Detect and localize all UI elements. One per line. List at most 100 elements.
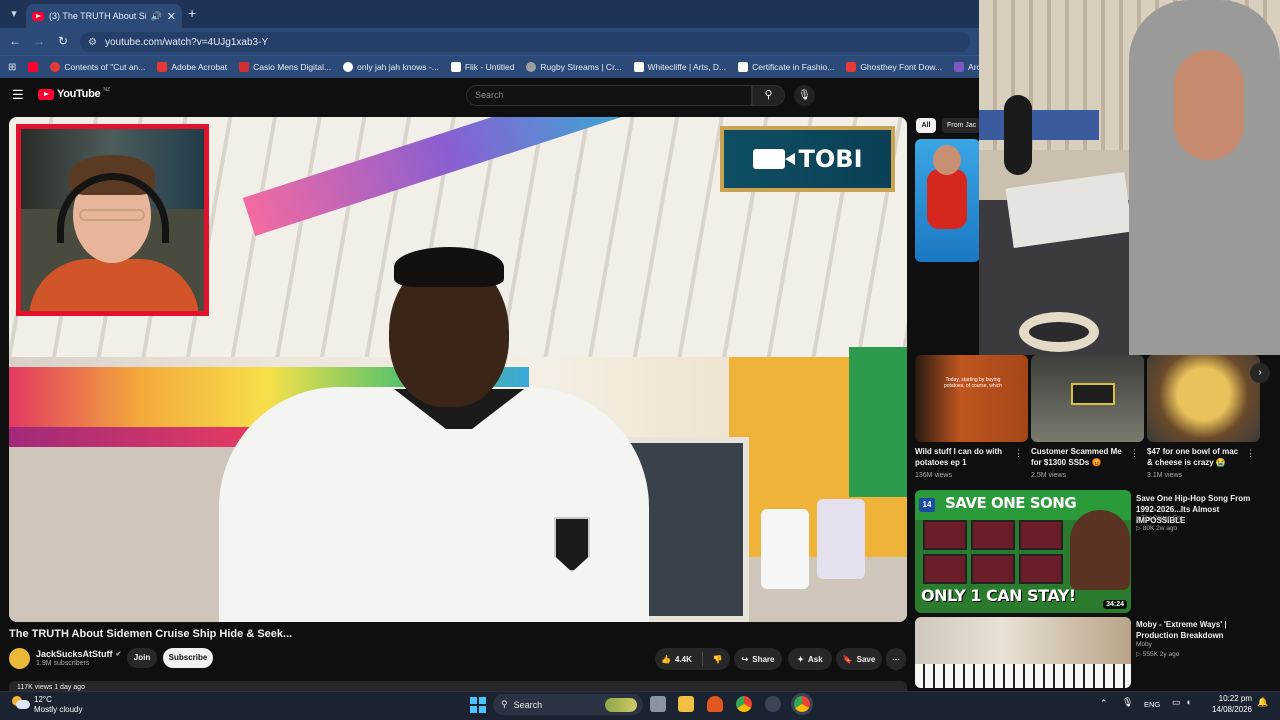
youtube-favicon-icon bbox=[32, 11, 44, 21]
video-scene-wall bbox=[849, 347, 907, 497]
webcam-clothing bbox=[979, 110, 1099, 140]
search-icon[interactable]: ⚲ bbox=[752, 85, 785, 106]
short-thumbnail[interactable]: Today, starting by buying potatoes, of c… bbox=[915, 355, 1028, 442]
kebab-menu-icon[interactable]: ⋮ bbox=[1130, 448, 1139, 459]
obs-icon[interactable] bbox=[765, 696, 781, 712]
speaker-icon[interactable]: 🔊 bbox=[151, 11, 162, 22]
recommended-channel[interactable]: Moby bbox=[1136, 640, 1152, 650]
like-button[interactable]: 👍 4.4K bbox=[661, 655, 692, 664]
bookmark-4[interactable]: only jah jah knows -... bbox=[343, 62, 439, 72]
recommended-channel[interactable]: InTheClutch Ent bbox=[1136, 514, 1183, 524]
brave-browser-icon[interactable] bbox=[707, 696, 723, 712]
bookmark-2[interactable]: Adobe Acrobat bbox=[157, 62, 227, 72]
bookmark-5[interactable]: Flik - Untitled bbox=[450, 62, 514, 72]
bookmark-1[interactable]: Contents of "Cut an... bbox=[50, 62, 145, 72]
chip-all[interactable]: All bbox=[916, 118, 936, 133]
bookmark-0[interactable] bbox=[28, 62, 39, 72]
search-icon: ⚲ bbox=[501, 699, 508, 709]
recommended-title[interactable]: Moby - 'Extreme Ways' | Production Break… bbox=[1136, 619, 1266, 641]
chevron-up-icon[interactable]: ⌃ bbox=[1100, 698, 1108, 709]
apps-grid-icon[interactable]: ⊞ bbox=[8, 62, 16, 73]
thumb-tile bbox=[1019, 554, 1063, 584]
kebab-menu-icon[interactable]: ⋮ bbox=[1014, 448, 1023, 459]
tab-search-chevron-icon[interactable]: ▾ bbox=[4, 6, 24, 22]
clock-date[interactable]: 14/08/2026 bbox=[1207, 705, 1252, 714]
windows-start-icon[interactable] bbox=[470, 697, 486, 713]
thumb-tile bbox=[923, 520, 967, 550]
join-button[interactable]: Join bbox=[127, 648, 157, 668]
thumb-keyboard bbox=[915, 664, 1131, 688]
like-dislike-group: 👍 4.4K 👎 bbox=[655, 648, 730, 670]
short-thumbnail[interactable] bbox=[1031, 355, 1144, 442]
kebab-menu-icon[interactable]: ⋮ bbox=[1246, 448, 1255, 459]
language-indicator[interactable]: ENG bbox=[1144, 700, 1160, 709]
weather-icon[interactable] bbox=[12, 696, 30, 710]
chip-from-channel[interactable]: From Jac bbox=[942, 118, 980, 133]
bookmark-icon bbox=[343, 62, 354, 72]
recommended-thumbnail[interactable] bbox=[915, 139, 980, 262]
bookmark-icon bbox=[846, 62, 857, 72]
bookmark-icon bbox=[633, 62, 644, 72]
facecam-overlay bbox=[16, 124, 209, 316]
task-view-icon[interactable] bbox=[650, 696, 666, 712]
address-bar[interactable]: ⚙ youtube.com/watch?v=4UJg1xab3-Y bbox=[80, 32, 970, 52]
sparkle-icon: ✦ bbox=[797, 654, 804, 664]
short-title[interactable]: Customer Scammed Me for $1300 SSDs 😡 bbox=[1031, 446, 1126, 468]
channel-avatar[interactable] bbox=[9, 648, 30, 669]
thumb-person bbox=[1070, 510, 1130, 590]
forward-arrow-icon[interactable]: → bbox=[31, 33, 47, 49]
microphone-icon[interactable]: 🎙 bbox=[1122, 697, 1133, 708]
logo-quad bbox=[470, 697, 477, 704]
thumb-badge: 14 bbox=[919, 498, 935, 512]
cloud-shape bbox=[16, 700, 30, 709]
thumbs-down-icon[interactable]: 👎 bbox=[713, 655, 723, 664]
video-duration: 34:24 bbox=[1103, 600, 1127, 609]
recommended-thumbnail[interactable]: 14 SAVE ONE SONG ONLY 1 CAN STAY! 34:24 bbox=[915, 490, 1131, 613]
save-button[interactable]: 🔖 Save bbox=[836, 648, 882, 670]
ask-button[interactable]: ✦ Ask bbox=[788, 648, 832, 670]
site-info-icon[interactable]: ⚙ bbox=[88, 37, 97, 48]
bookmark-10[interactable]: Arcade Sp bbox=[954, 62, 980, 72]
chrome-icon[interactable] bbox=[736, 696, 752, 712]
bookmark-7[interactable]: Whitecliffe | Arts, D... bbox=[633, 62, 726, 72]
youtube-bookmark-icon bbox=[28, 62, 39, 72]
acrobat-icon bbox=[157, 62, 168, 72]
new-tab-button[interactable]: + bbox=[188, 5, 202, 21]
short-title[interactable]: Wild stuff I can do with potatoes ep 1 bbox=[915, 446, 1010, 468]
bookmark-8[interactable]: Certificate in Fashio... bbox=[738, 62, 834, 72]
close-tab-icon[interactable]: ✕ bbox=[167, 10, 176, 23]
taskbar-search[interactable]: ⚲ Search bbox=[493, 694, 643, 715]
weather-temperature[interactable]: 12°C bbox=[34, 695, 52, 704]
search-input[interactable]: Search bbox=[466, 85, 752, 106]
share-button[interactable]: ↪ Share bbox=[734, 648, 782, 670]
short-title[interactable]: $47 for one bowl of mac & cheese is craz… bbox=[1147, 446, 1242, 468]
microphone-icon bbox=[1004, 95, 1032, 175]
thumb-tile bbox=[971, 554, 1015, 584]
bookmark-3[interactable]: Casio Mens Digital... bbox=[239, 62, 331, 72]
recommended-thumbnail[interactable] bbox=[915, 617, 1131, 688]
menu-icon[interactable]: ☰ bbox=[12, 88, 26, 102]
weather-condition[interactable]: Mostly cloudy bbox=[34, 705, 82, 714]
bookmark-6[interactable]: Rugby Streams | Cr... bbox=[526, 62, 622, 72]
bookmarks-bar: ⊞ Contents of "Cut an... Adobe Acrobat C… bbox=[0, 55, 980, 78]
chrome-active-icon[interactable] bbox=[794, 696, 810, 712]
browser-tab-active[interactable]: (3) The TRUTH About Sidemen Cruise Ship … bbox=[26, 4, 182, 28]
more-actions-icon[interactable]: ⋯ bbox=[886, 648, 906, 670]
subscribe-button[interactable]: Subscribe bbox=[163, 648, 213, 668]
notification-bell-icon[interactable]: 🔔 bbox=[1257, 697, 1268, 708]
description-box[interactable]: 117K views 1 day ago bbox=[9, 681, 907, 691]
youtube-logo[interactable]: YouTube NZ bbox=[38, 87, 110, 100]
back-arrow-icon[interactable]: ← bbox=[7, 33, 23, 49]
file-explorer-icon[interactable] bbox=[678, 696, 694, 712]
chevron-right-icon[interactable]: › bbox=[1250, 363, 1270, 383]
bookmark-9[interactable]: Ghosthey Font Dow... bbox=[846, 62, 942, 72]
short-thumbnail[interactable] bbox=[1147, 355, 1260, 442]
short-views: 3.1M views bbox=[1147, 472, 1183, 479]
logo-quad bbox=[470, 706, 477, 713]
clock-time[interactable]: 10:22 pm bbox=[1212, 694, 1252, 703]
network-volume-icons[interactable]: ▭◖ bbox=[1172, 697, 1196, 708]
channel-name[interactable]: JackSucksAtStuff ✔ bbox=[36, 649, 121, 659]
microphone-icon[interactable]: 🎙 bbox=[794, 85, 815, 106]
reload-icon[interactable]: ↻ bbox=[55, 33, 71, 49]
bookmark-icon bbox=[50, 62, 61, 72]
